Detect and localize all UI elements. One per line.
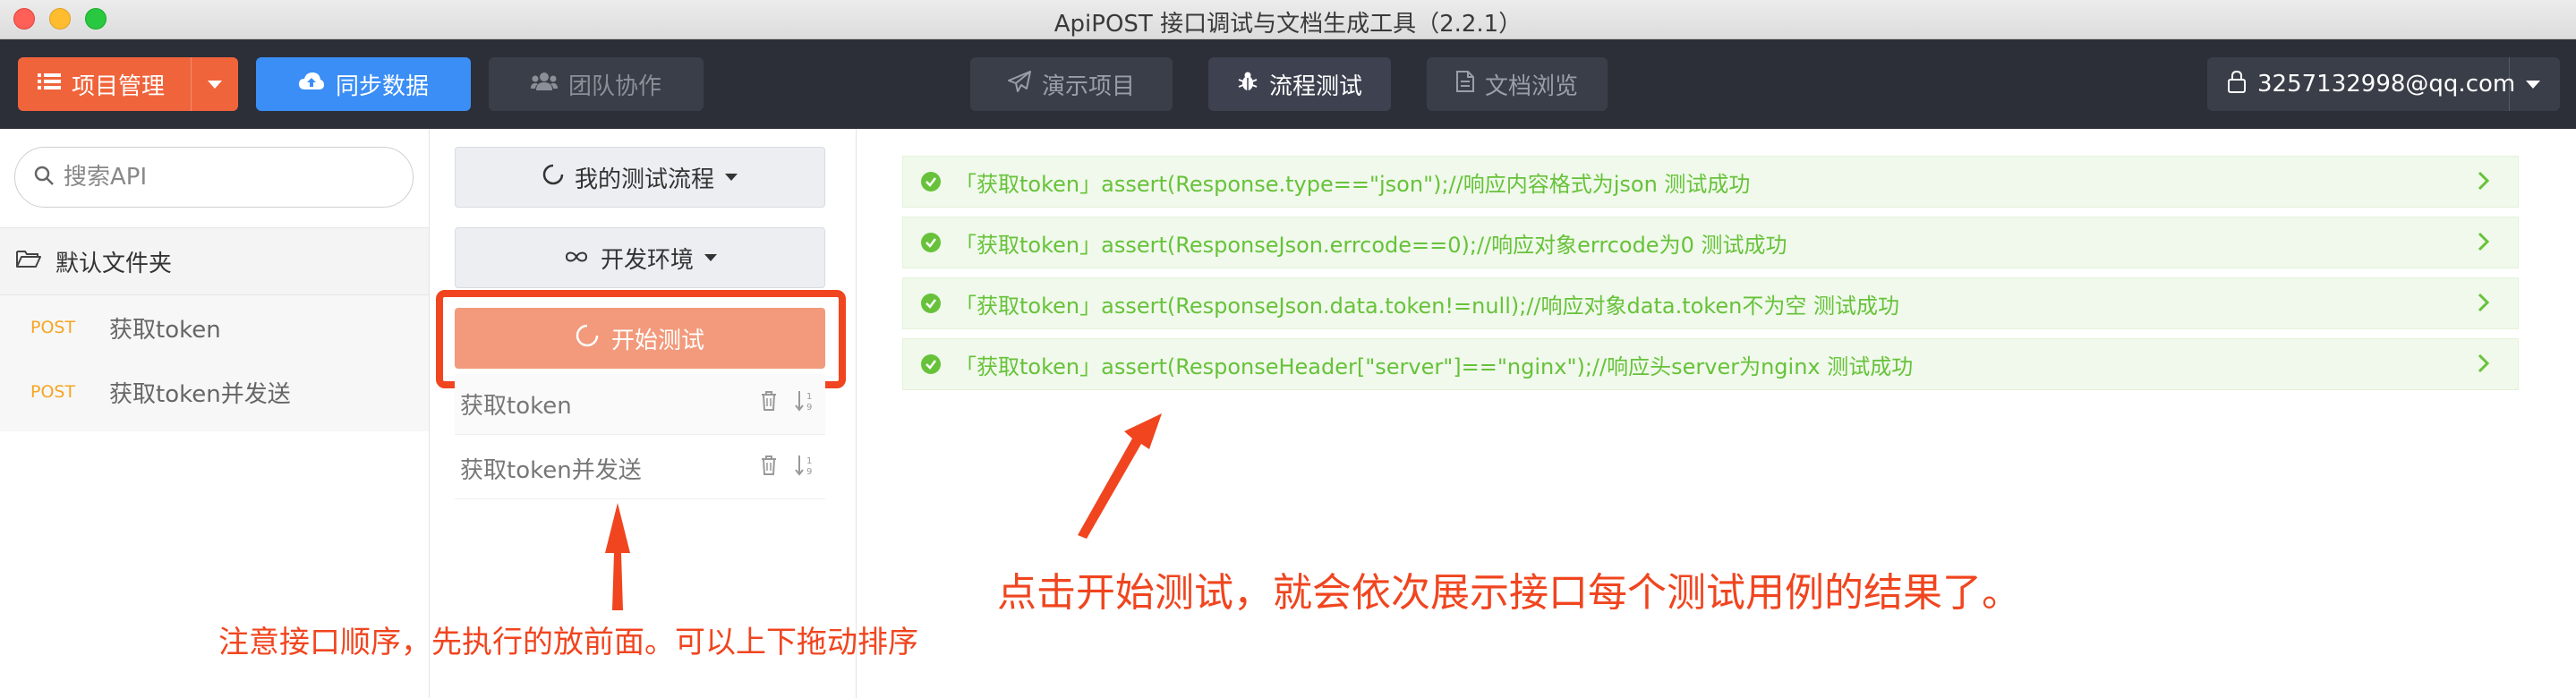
test-result-row[interactable]: 「获取token」assert(ResponseJson.data.token!… bbox=[902, 277, 2519, 329]
user-account-button[interactable]: 3257132998@qq.com bbox=[2207, 57, 2560, 111]
chevron-down-icon bbox=[704, 254, 717, 261]
flow-step-name: 获取token并发送 bbox=[460, 457, 642, 484]
paper-plane-icon bbox=[1007, 70, 1031, 98]
window-titlebar: ApiPOST 接口调试与文档生成工具（2.2.1） bbox=[0, 0, 2576, 39]
bug-icon bbox=[1237, 71, 1258, 98]
test-result-text: 「获取token」assert(ResponseJson.data.token!… bbox=[955, 293, 1899, 319]
api-sidebar: 默认文件夹 POST 获取token POST 获取token并发送 bbox=[0, 129, 430, 698]
svg-text:9: 9 bbox=[806, 467, 812, 476]
svg-text:1: 1 bbox=[806, 456, 812, 466]
sort-order-icon[interactable]: 19 bbox=[795, 455, 816, 482]
chevron-right-icon[interactable] bbox=[2477, 292, 2491, 319]
order-annotation: 注意接口顺序，先执行的放前面。可以上下拖动排序 bbox=[218, 625, 918, 660]
tab-flow-test[interactable]: 流程测试 bbox=[1208, 57, 1391, 111]
search-box[interactable] bbox=[14, 147, 414, 208]
main-toolbar: 项目管理 同步数据 团队协作 演示项目 流程测试 文档浏览 3257132998… bbox=[0, 39, 2576, 129]
trash-icon[interactable] bbox=[761, 455, 777, 482]
chevron-right-icon[interactable] bbox=[2477, 353, 2491, 379]
user-email: 3257132998@qq.com bbox=[2257, 71, 2516, 98]
trash-icon[interactable] bbox=[761, 390, 777, 418]
chevron-right-icon[interactable] bbox=[2477, 170, 2491, 197]
api-item-name: 获取token bbox=[109, 316, 221, 344]
flow-panel: 我的测试流程 开发环境 开始测试 获取token 19 获取token并发送 1… bbox=[431, 129, 857, 698]
sync-data-label: 同步数据 bbox=[335, 72, 429, 100]
api-item[interactable]: POST 获取token并发送 bbox=[0, 360, 429, 424]
sort-order-icon[interactable]: 19 bbox=[795, 390, 816, 418]
api-list: POST 获取token POST 获取token并发送 bbox=[0, 295, 429, 431]
api-method-badge: POST bbox=[30, 382, 76, 402]
folder-label: 默认文件夹 bbox=[55, 250, 173, 277]
test-result-text: 「获取token」assert(ResponseHeader["server"]… bbox=[955, 353, 1914, 379]
test-result-row[interactable]: 「获取token」assert(Response.type=="json");/… bbox=[902, 156, 2519, 208]
project-management-button[interactable]: 项目管理 bbox=[18, 57, 238, 111]
check-circle-icon bbox=[921, 233, 941, 252]
test-result-text: 「获取token」assert(Response.type=="json");/… bbox=[955, 171, 1751, 197]
chevron-down-icon[interactable] bbox=[208, 81, 222, 89]
test-result-text: 「获取token」assert(ResponseJson.errcode==0)… bbox=[955, 232, 1787, 258]
infinity-icon bbox=[563, 244, 590, 271]
flow-step-name: 获取token bbox=[460, 393, 572, 420]
users-icon bbox=[530, 71, 558, 98]
tab-demo-project-label: 演示项目 bbox=[1041, 72, 1135, 100]
check-circle-icon bbox=[921, 172, 941, 192]
window-title: ApiPOST 接口调试与文档生成工具（2.2.1） bbox=[1053, 11, 1523, 38]
tab-demo-project[interactable]: 演示项目 bbox=[970, 57, 1173, 111]
tab-doc-browse-label: 文档浏览 bbox=[1484, 72, 1578, 100]
chevron-down-icon bbox=[725, 174, 738, 181]
check-circle-icon bbox=[921, 294, 941, 313]
folder-open-icon bbox=[16, 248, 41, 275]
search-icon bbox=[33, 165, 55, 190]
team-collaboration-label: 团队协作 bbox=[567, 72, 661, 100]
tab-flow-test-label: 流程测试 bbox=[1268, 72, 1362, 100]
cloud-upload-icon bbox=[298, 71, 325, 98]
svg-text:9: 9 bbox=[806, 403, 812, 412]
api-item[interactable]: POST 获取token bbox=[0, 295, 429, 360]
test-result-row[interactable]: 「获取token」assert(ResponseHeader["server"]… bbox=[902, 338, 2519, 390]
search-input[interactable] bbox=[64, 164, 386, 191]
environment-select-label: 开发环境 bbox=[600, 246, 694, 274]
project-management-label: 项目管理 bbox=[72, 72, 166, 100]
result-annotation: 点击开始测试，就会依次展示接口每个测试用例的结果了。 bbox=[997, 570, 2021, 616]
flow-step-item[interactable]: 获取token 19 bbox=[455, 374, 825, 435]
test-result-row[interactable]: 「获取token」assert(ResponseJson.errcode==0)… bbox=[902, 217, 2519, 268]
flow-step-item[interactable]: 获取token并发送 19 bbox=[455, 438, 825, 499]
check-circle-icon bbox=[921, 354, 941, 374]
flow-select-label: 我的测试流程 bbox=[574, 166, 714, 193]
tab-doc-browse[interactable]: 文档浏览 bbox=[1427, 57, 1608, 111]
circle-notch-icon bbox=[542, 164, 564, 192]
team-collaboration-button[interactable]: 团队协作 bbox=[489, 57, 704, 111]
svg-text:1: 1 bbox=[806, 392, 812, 402]
sync-data-button[interactable]: 同步数据 bbox=[256, 57, 471, 111]
api-item-name: 获取token并发送 bbox=[109, 380, 291, 408]
chevron-right-icon[interactable] bbox=[2477, 231, 2491, 258]
flow-select-dropdown[interactable]: 我的测试流程 bbox=[455, 147, 825, 208]
document-icon bbox=[1455, 70, 1474, 98]
list-icon bbox=[38, 71, 61, 98]
api-method-badge: POST bbox=[30, 318, 76, 337]
folder-default[interactable]: 默认文件夹 bbox=[0, 227, 429, 295]
chevron-down-icon[interactable] bbox=[2526, 81, 2540, 89]
lock-icon bbox=[2227, 70, 2247, 99]
environment-select-dropdown[interactable]: 开发环境 bbox=[455, 227, 825, 288]
